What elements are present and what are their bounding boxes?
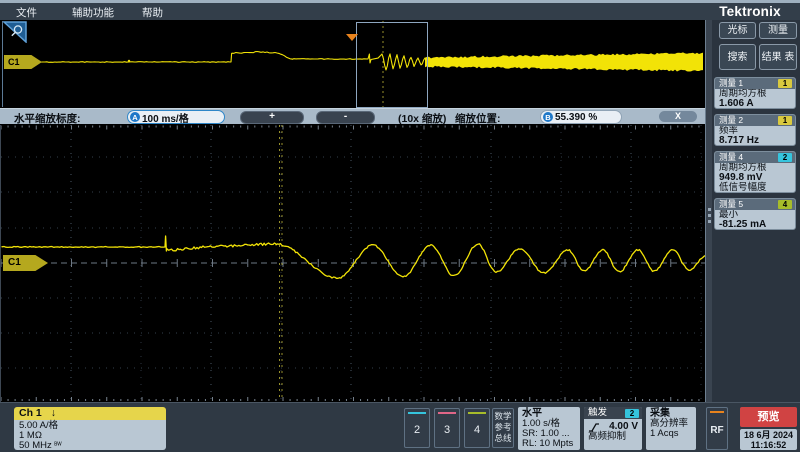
measurement-status: 低信号幅度 bbox=[715, 183, 795, 193]
channel4-color-stripe bbox=[468, 412, 486, 414]
source-badge: 1 bbox=[778, 116, 792, 125]
measurement-badge-4[interactable]: 测量 4 2 周期均方根 949.8 mV 低信号幅度 bbox=[714, 151, 796, 193]
trigger-badge[interactable]: 触发 2 4.00 V 高频抑制 bbox=[584, 407, 642, 450]
measurement-title: 测量 2 1 bbox=[715, 115, 795, 126]
result-table-button[interactable]: 结果 表 bbox=[759, 44, 797, 70]
trigger-header: 触发 2 bbox=[584, 407, 642, 419]
zoom-out-button[interactable]: - bbox=[316, 111, 375, 124]
measurement-value: 1.606 A bbox=[715, 99, 795, 109]
time-text: 11:16:52 bbox=[740, 440, 797, 450]
zoom-lens-icon[interactable] bbox=[3, 21, 27, 43]
zoom-factor-label: (10x 缩放) bbox=[398, 111, 446, 126]
trigger-position-marker[interactable] bbox=[346, 34, 358, 41]
knob-b-icon: B bbox=[543, 112, 553, 122]
acquisition-badge[interactable]: 采集 高分辨率 1 Acqs bbox=[646, 407, 696, 450]
source-badge: 4 bbox=[778, 200, 792, 209]
channel1-badge[interactable]: Ch 1 ↓ 5.00 A/格 1 MΩ 50 MHz ᴮᵂ bbox=[14, 407, 166, 450]
measurement-badge-2[interactable]: 测量 2 1 频率 8.717 Hz bbox=[714, 114, 796, 146]
channel-arrow-icon: ↓ bbox=[51, 407, 56, 419]
math-ref-bus-button[interactable]: 数学 参考 总线 bbox=[492, 408, 514, 448]
zoom-position-value[interactable]: 55.390 % bbox=[555, 112, 603, 123]
zoom-position-control[interactable]: B 55.390 % bbox=[540, 110, 622, 124]
measurement-value: -81.25 mA bbox=[715, 220, 795, 230]
measurement-badge-5[interactable]: 测量 5 4 最小 -81.25 mA bbox=[714, 198, 796, 230]
horizontal-badge[interactable]: 水平 1.00 s/格 SR: 1.00 ... RL: 10 Mpts bbox=[518, 407, 580, 450]
cursor-button[interactable]: 光标 bbox=[719, 22, 756, 39]
channel3-button[interactable]: 3 bbox=[434, 408, 460, 448]
channel3-color-stripe bbox=[438, 412, 456, 414]
channel2-button[interactable]: 2 bbox=[404, 408, 430, 448]
menu-help[interactable]: 帮助 bbox=[142, 5, 163, 20]
waveform-display: C1 水平缩放标度: A 100 ms/格 + - (10x 缩放) 缩放位置:… bbox=[0, 20, 705, 402]
bandwidth-icon: ᴮᵂ bbox=[54, 442, 61, 449]
zoom-scale-value[interactable]: 100 ms/格 bbox=[142, 110, 195, 125]
rising-edge-icon bbox=[588, 422, 600, 432]
menu-file[interactable]: 文件 bbox=[16, 5, 37, 20]
date-text: 18 6月 2024 bbox=[740, 430, 797, 440]
datetime-box[interactable]: 18 6月 2024 11:16:52 bbox=[740, 429, 797, 450]
channel1-settings: 5.00 A/格 1 MΩ 50 MHz ᴮᵂ bbox=[14, 420, 166, 450]
rf-button[interactable]: RF bbox=[706, 407, 728, 450]
measure-button[interactable]: 测量 bbox=[759, 22, 797, 39]
channel4-button[interactable]: 4 bbox=[464, 408, 490, 448]
menu-utility[interactable]: 辅助功能 bbox=[72, 5, 114, 20]
preview-button[interactable]: 预览 bbox=[740, 407, 797, 427]
menu-bar: 文件 辅助功能 帮助 Tektronix bbox=[0, 3, 800, 20]
channel1-header: Ch 1 ↓ bbox=[14, 407, 166, 420]
measurement-title: 测量 4 2 bbox=[715, 152, 795, 163]
zoom-close-button[interactable]: X bbox=[659, 111, 697, 122]
zoom-scale-control[interactable]: A 100 ms/格 bbox=[127, 110, 225, 124]
tektronix-logo: Tektronix bbox=[705, 4, 795, 19]
search-button[interactable]: 搜索 bbox=[719, 44, 756, 70]
zoom-in-button[interactable]: + bbox=[240, 111, 304, 124]
horizontal-zoom-bar: 水平缩放标度: A 100 ms/格 + - (10x 缩放) 缩放位置: B … bbox=[0, 108, 705, 124]
measurement-title: 测量 5 4 bbox=[715, 199, 795, 210]
oscilloscope-app: 文件 辅助功能 帮助 Tektronix C1 水平缩放标度: A 100 ms… bbox=[0, 0, 800, 452]
measurement-value: 8.717 Hz bbox=[715, 136, 795, 146]
drag-handle-icon[interactable] bbox=[708, 205, 711, 226]
rf-color-stripe bbox=[710, 411, 724, 413]
zoom-scale-label: 水平缩放标度: bbox=[14, 111, 81, 126]
zoom-window-box[interactable] bbox=[356, 22, 428, 108]
trigger-source-badge: 2 bbox=[625, 409, 639, 418]
main-graticule: C1 bbox=[0, 125, 707, 402]
trigger-mode: 高频抑制 bbox=[584, 432, 642, 442]
measurement-title: 测量 1 1 bbox=[715, 78, 795, 89]
bottom-bar: Ch 1 ↓ 5.00 A/格 1 MΩ 50 MHz ᴮᵂ 2 3 4 数学 … bbox=[0, 402, 800, 452]
zoom-position-label: 缩放位置: bbox=[455, 111, 501, 126]
knob-a-icon: A bbox=[130, 112, 140, 122]
main-waveform bbox=[1, 125, 707, 402]
right-sidebar: 光标 测量 搜索 结果 表 测量 1 1 周期均方根 1.606 A 测量 2 … bbox=[712, 20, 800, 402]
source-badge: 1 bbox=[778, 79, 792, 88]
channel2-color-stripe bbox=[408, 412, 426, 414]
measurement-badge-1[interactable]: 测量 1 1 周期均方根 1.606 A bbox=[714, 77, 796, 109]
source-badge: 2 bbox=[778, 153, 792, 162]
